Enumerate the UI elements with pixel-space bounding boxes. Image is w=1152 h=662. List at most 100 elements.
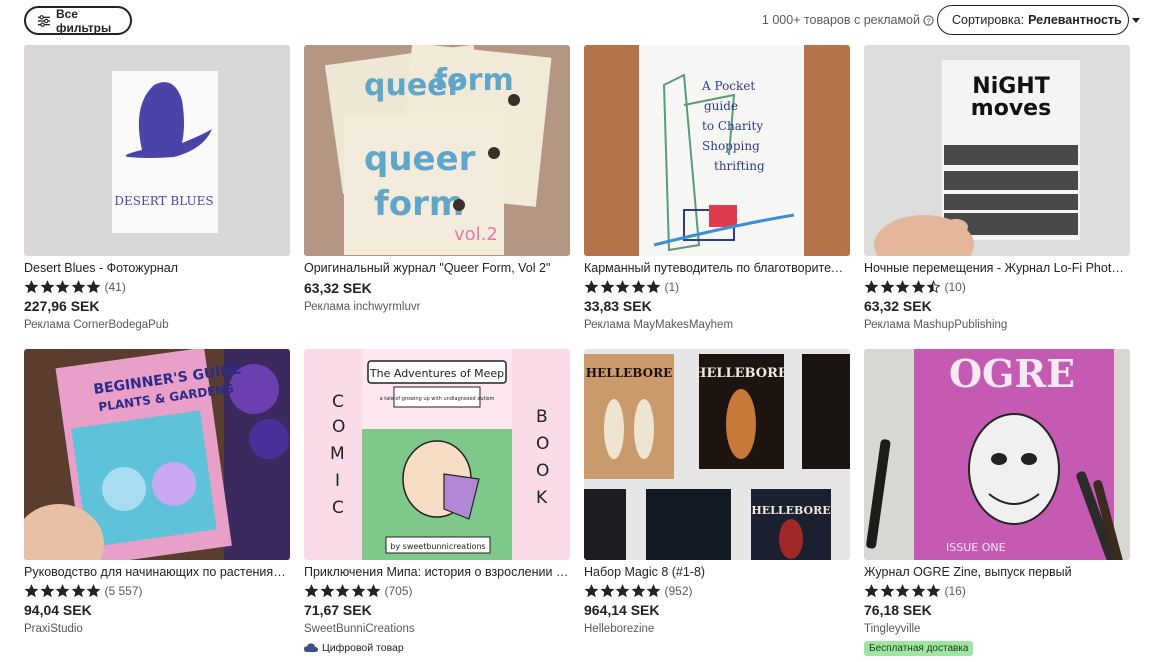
info-icon[interactable]: ? <box>923 14 934 26</box>
star-icon <box>926 280 941 294</box>
listing-card[interactable]: HELLEBORE HELLEBORE HELLEBORE Набор Magi… <box>584 349 850 653</box>
star-icon <box>55 280 70 294</box>
svg-text:guide: guide <box>704 99 738 113</box>
seller-name: Реклама MashupPublishing <box>864 319 1008 331</box>
listing-price: 63,32 SEK <box>864 298 932 314</box>
rating-count: (705) <box>384 584 413 598</box>
listing-card[interactable]: BEGINNER'S GUIDE PLANTS & GARDENS Руково… <box>24 349 290 653</box>
night-moves-cover: NiGHT moves <box>864 45 1130 256</box>
listing-card[interactable]: DESERT BLUES Desert Blues - Фотожурнал (… <box>24 45 290 349</box>
filter-sliders-icon <box>38 14 50 27</box>
star-icon <box>631 280 645 294</box>
sort-dropdown[interactable]: Сортировка: Релевантность <box>937 5 1140 35</box>
sort-prefix: Сортировка: <box>952 13 1025 27</box>
svg-text:DESERT BLUES: DESERT BLUES <box>114 194 213 208</box>
caret-down-icon <box>1131 17 1140 23</box>
listing-price: 94,04 SEK <box>24 602 92 618</box>
svg-text:C: C <box>332 498 344 518</box>
rating-count: (10) <box>944 280 966 294</box>
svg-text:K: K <box>536 488 548 508</box>
listing-card[interactable]: A Pocket guide to Charity Shopping thrif… <box>584 45 850 349</box>
star-icon <box>366 584 381 598</box>
listing-card[interactable]: queer form queer form vol.2 Оригинальный… <box>304 45 570 349</box>
svg-text:O: O <box>536 461 549 481</box>
free-shipping-badge: Бесплатная доставка <box>864 640 1130 656</box>
all-filters-label: Все фильтры <box>55 6 112 35</box>
results-count-text: 1 000+ товаров с рекламой <box>761 13 920 27</box>
all-filters-button[interactable]: Все фильтры <box>24 6 132 35</box>
rating: (5 557) <box>24 584 290 598</box>
star-icon <box>304 584 319 598</box>
digital-badge-label: Цифровой товар <box>322 642 404 654</box>
listing-image[interactable]: BEGINNER'S GUIDE PLANTS & GARDENS <box>24 349 290 560</box>
star-rating <box>864 584 942 598</box>
svg-text:ISSUE ONE: ISSUE ONE <box>946 541 1006 554</box>
star-icon <box>911 280 925 294</box>
seller-name: Реклама inchwyrmluvr <box>304 301 421 313</box>
star-icon <box>584 280 599 294</box>
star-rating <box>584 280 662 294</box>
star-icon <box>24 280 39 294</box>
seller-name: Реклама CornerBodegaPub <box>24 319 169 331</box>
svg-text:I: I <box>335 471 340 491</box>
svg-text:C: C <box>332 392 344 412</box>
listing-title[interactable]: Ночные перемещения - Журнал Lo-Fi Photog… <box>864 260 1130 276</box>
rating-count: (5 557) <box>104 584 143 598</box>
svg-text:HELLEBORE: HELLEBORE <box>586 366 672 380</box>
rating: (16) <box>864 584 1130 598</box>
listing-image[interactable]: queer form queer form vol.2 <box>304 45 570 256</box>
listing-title[interactable]: Руководство для начинающих по растениям … <box>24 564 290 580</box>
listing-grid: DESERT BLUES Desert Blues - Фотожурнал (… <box>24 45 1130 656</box>
listing-image[interactable]: The Adventures of Meep a tale of growing… <box>304 349 570 560</box>
listing-image[interactable]: NiGHT moves <box>864 45 1130 256</box>
rating-count: (1) <box>664 280 680 294</box>
star-icon <box>86 280 101 294</box>
results-count: 1 000+ товаров с рекламой ? <box>762 13 934 27</box>
plants-gardens-cover: BEGINNER'S GUIDE PLANTS & GARDENS <box>24 349 290 560</box>
rating-count: (16) <box>944 584 966 598</box>
toolbar: Все фильтры 1 000+ товаров с рекламой ? … <box>0 0 1152 40</box>
listing-title[interactable]: Desert Blues - Фотожурнал <box>24 260 290 276</box>
star-icon <box>880 584 894 598</box>
listing-image[interactable]: HELLEBORE HELLEBORE HELLEBORE <box>584 349 850 560</box>
svg-text:Shopping: Shopping <box>702 139 760 153</box>
star-icon <box>911 584 925 598</box>
listing-image[interactable]: A Pocket guide to Charity Shopping thrif… <box>584 45 850 256</box>
listing-card[interactable]: OGRE ISSUE ONE Журнал OGRE Zine, выпуск … <box>864 349 1130 656</box>
star-icon <box>615 584 630 598</box>
svg-text:moves: moves <box>971 96 1051 121</box>
star-icon <box>24 584 39 598</box>
seller-name: Реклама MayMakesMayhem <box>584 319 734 331</box>
listing-image[interactable]: DESERT BLUES <box>24 45 290 256</box>
svg-text:to Charity: to Charity <box>702 119 763 133</box>
star-icon <box>71 280 85 294</box>
svg-text:a tale of growing up with undi: a tale of growing up with undiagnosed au… <box>380 396 495 402</box>
star-icon <box>864 280 879 294</box>
star-icon <box>864 584 879 598</box>
listing-title[interactable]: Журнал OGRE Zine, выпуск первый <box>864 564 1130 580</box>
listing-title[interactable]: Приключения Мипа: история о взрослении с… <box>304 564 570 580</box>
listing-title[interactable]: Набор Magic 8 (#1-8) <box>584 564 850 580</box>
rating-count: (41) <box>104 280 126 294</box>
hellebore-covers: HELLEBORE HELLEBORE HELLEBORE <box>584 349 850 560</box>
digital-badge: Цифровой товар <box>304 640 570 656</box>
star-icon <box>895 280 910 294</box>
listing-price: 76,18 SEK <box>864 602 932 618</box>
star-icon <box>335 584 350 598</box>
svg-text:queer: queer <box>364 139 476 179</box>
star-icon <box>40 280 54 294</box>
listing-image[interactable]: OGRE ISSUE ONE <box>864 349 1130 560</box>
svg-text:A Pocket: A Pocket <box>701 79 755 93</box>
svg-text:B: B <box>536 407 548 427</box>
star-icon <box>880 280 894 294</box>
listing-card[interactable]: NiGHT moves Ночные перемещения - Журнал … <box>864 45 1130 349</box>
svg-text:The Adventures of Meep: The Adventures of Meep <box>369 367 504 380</box>
star-icon <box>600 280 614 294</box>
star-icon <box>71 584 85 598</box>
listing-title[interactable]: Карманный путеводитель по благотворитель… <box>584 260 850 276</box>
listing-card[interactable]: The Adventures of Meep a tale of growing… <box>304 349 570 656</box>
rating: (952) <box>584 584 850 598</box>
svg-text:HELLEBORE: HELLEBORE <box>694 366 788 381</box>
sort-value: Релевантность <box>1028 13 1122 27</box>
listing-title[interactable]: Оригинальный журнал "Queer Form, Vol 2" <box>304 260 570 276</box>
